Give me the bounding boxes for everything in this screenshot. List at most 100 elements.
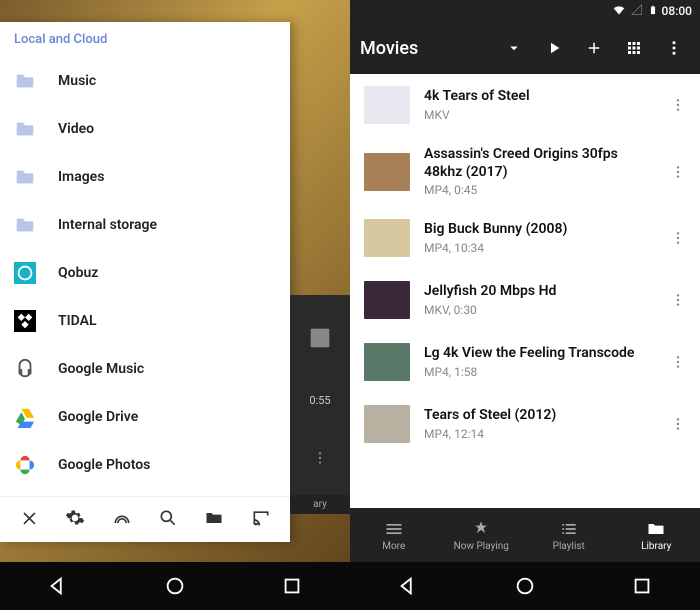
cast-button[interactable] bbox=[238, 508, 284, 532]
drawer-item-tidal[interactable]: TIDAL bbox=[0, 297, 290, 345]
movie-meta: MKV, 0:30 bbox=[424, 303, 652, 317]
movie-thumbnail bbox=[364, 281, 410, 319]
tab-now-playing[interactable]: Now Playing bbox=[438, 508, 526, 562]
movie-more-button[interactable] bbox=[666, 93, 690, 117]
movie-title: Jellyfish 20 Mbps Hd bbox=[424, 283, 652, 301]
drawer-item-google-photos[interactable]: Google Photos bbox=[0, 441, 290, 489]
movie-thumbnail bbox=[364, 405, 410, 443]
status-time: 08:00 bbox=[662, 4, 692, 18]
folder-icon bbox=[14, 214, 36, 236]
drawer-item-google-music[interactable]: Google Music bbox=[0, 345, 290, 393]
back-button[interactable] bbox=[38, 574, 78, 598]
drawer-item-internal-storage[interactable]: Internal storage bbox=[0, 201, 290, 249]
movie-title: Tears of Steel (2012) bbox=[424, 407, 652, 425]
movie-info: Assassin's Creed Origins 30fps 48khz (20… bbox=[424, 146, 652, 197]
movie-meta: MP4, 10:34 bbox=[424, 241, 652, 255]
movie-item[interactable]: Tears of Steel (2012) MP4, 12:14 bbox=[350, 393, 700, 455]
movie-meta: MKV bbox=[424, 108, 652, 122]
tab-more[interactable]: More bbox=[350, 508, 438, 562]
tab-label: More bbox=[382, 541, 405, 552]
movie-more-button[interactable] bbox=[666, 226, 690, 250]
movie-title: Big Buck Bunny (2008) bbox=[424, 221, 652, 239]
bottom-tabs: More Now Playing Playlist Library bbox=[350, 508, 700, 562]
movie-info: Jellyfish 20 Mbps Hd MKV, 0:30 bbox=[424, 283, 652, 317]
grid-button[interactable] bbox=[618, 32, 650, 64]
drawer-item-google-drive[interactable]: Google Drive bbox=[0, 393, 290, 441]
movie-more-button[interactable] bbox=[666, 160, 690, 184]
drawer-item-music[interactable]: Music bbox=[0, 57, 290, 105]
settings-button[interactable] bbox=[52, 508, 98, 532]
tab-label: Now Playing bbox=[454, 541, 509, 552]
movie-more-button[interactable] bbox=[666, 412, 690, 436]
movie-item[interactable]: Big Buck Bunny (2008) MP4, 10:34 bbox=[350, 207, 700, 269]
peek-player: 0:55 bbox=[290, 295, 350, 495]
background-peek: 0:55 ary bbox=[290, 44, 350, 514]
tab-library[interactable]: Library bbox=[613, 508, 700, 562]
drawer-item-qobuz[interactable]: Qobuz bbox=[0, 249, 290, 297]
status-bar-left bbox=[0, 0, 350, 22]
phone-right: 08:00 Movies 4k Tears of Steel MKV Assassi… bbox=[350, 0, 700, 610]
folder-button[interactable] bbox=[191, 508, 237, 532]
android-nav-right bbox=[350, 562, 700, 610]
movie-thumbnail bbox=[364, 343, 410, 381]
phone-left: 0:55 ary Local and Cloud MusicVideoImage… bbox=[0, 0, 350, 610]
search-button[interactable] bbox=[145, 508, 191, 532]
movie-item[interactable]: Lg 4k View the Feeling TranscodeMP4, 1:5… bbox=[350, 331, 700, 393]
drawer-item-video[interactable]: Video bbox=[0, 105, 290, 153]
status-bar-right: 08:00 bbox=[350, 0, 700, 22]
drawer-item-label: Internal storage bbox=[58, 217, 157, 233]
movie-meta: MP4, 0:45 bbox=[424, 183, 652, 197]
battery-icon bbox=[648, 3, 658, 20]
movie-title: 4k Tears of Steel bbox=[424, 88, 652, 106]
rainbow-button[interactable] bbox=[99, 508, 145, 532]
movie-thumbnail bbox=[364, 153, 410, 191]
gdrive-icon bbox=[14, 406, 36, 428]
tab-label: Playlist bbox=[553, 541, 585, 552]
close-button[interactable] bbox=[6, 508, 52, 532]
qobuz-icon bbox=[14, 262, 36, 284]
back-button[interactable] bbox=[388, 574, 428, 598]
movie-info: Big Buck Bunny (2008) MP4, 10:34 bbox=[424, 221, 652, 255]
peek-time: 0:55 bbox=[309, 394, 330, 407]
android-nav-left bbox=[0, 562, 350, 610]
drawer-footer bbox=[0, 496, 290, 542]
movie-item[interactable]: Assassin's Creed Origins 30fps 48khz (20… bbox=[350, 136, 700, 207]
home-button[interactable] bbox=[505, 574, 545, 598]
drawer-item-dropbox[interactable]: Dropbox bbox=[0, 489, 290, 496]
movie-more-button[interactable] bbox=[666, 350, 690, 374]
drawer-item-label: Images bbox=[58, 169, 104, 185]
add-button[interactable] bbox=[578, 32, 610, 64]
drawer-item-images[interactable]: Images bbox=[0, 153, 290, 201]
drawer-item-label: Google Music bbox=[58, 361, 144, 377]
page-title: Movies bbox=[360, 38, 418, 59]
play-button[interactable] bbox=[538, 32, 570, 64]
movie-info: 4k Tears of Steel MKV bbox=[424, 88, 652, 122]
peek-tab-label: ary bbox=[290, 495, 350, 514]
folder-icon bbox=[14, 118, 36, 140]
folder-icon bbox=[14, 166, 36, 188]
tidal-icon bbox=[14, 310, 36, 332]
home-button[interactable] bbox=[155, 574, 195, 598]
drawer-item-label: Google Drive bbox=[58, 409, 138, 425]
nav-drawer: Local and Cloud MusicVideoImagesInternal… bbox=[0, 22, 290, 542]
dropdown-button[interactable] bbox=[498, 32, 530, 64]
movie-item[interactable]: Jellyfish 20 Mbps Hd MKV, 0:30 bbox=[350, 269, 700, 331]
movie-thumbnail bbox=[364, 86, 410, 124]
movie-info: Tears of Steel (2012) MP4, 12:14 bbox=[424, 407, 652, 441]
gmusic-icon bbox=[14, 358, 36, 380]
recent-button[interactable] bbox=[272, 574, 312, 598]
recent-button[interactable] bbox=[622, 574, 662, 598]
movie-title: Lg 4k View the Feeling Transcode bbox=[424, 345, 652, 363]
drawer-item-label: Video bbox=[58, 121, 94, 137]
movie-meta: MP4, 12:14 bbox=[424, 427, 652, 441]
movie-list[interactable]: 4k Tears of Steel MKV Assassin's Creed Ori… bbox=[350, 74, 700, 508]
movie-title: Assassin's Creed Origins 30fps 48khz (20… bbox=[424, 146, 652, 181]
gphotos-icon bbox=[14, 454, 36, 476]
overflow-button[interactable] bbox=[658, 32, 690, 64]
drawer-list: Music Video Images Internal storage QobuzTID… bbox=[0, 57, 290, 496]
movie-more-button[interactable] bbox=[666, 288, 690, 312]
drawer-item-label: Music bbox=[58, 73, 96, 89]
movie-thumbnail bbox=[364, 219, 410, 257]
tab-playlist[interactable]: Playlist bbox=[525, 508, 613, 562]
movie-item[interactable]: 4k Tears of Steel MKV bbox=[350, 74, 700, 136]
